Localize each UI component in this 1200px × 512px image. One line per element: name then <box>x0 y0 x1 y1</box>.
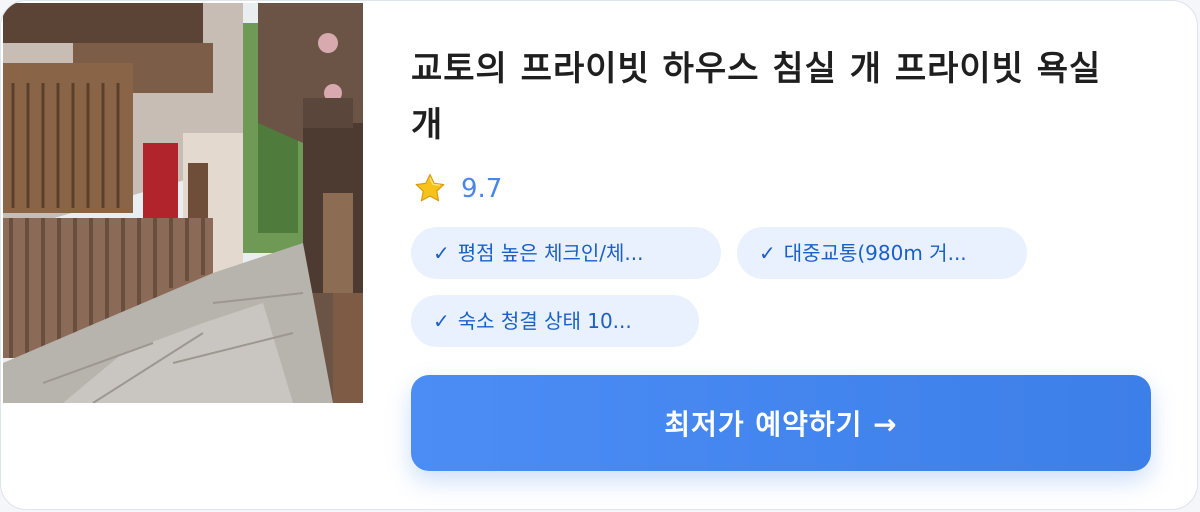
feature-tag-label: 평점 높은 체크인/체... <box>457 241 644 265</box>
feature-tag-label: 숙소 청결 상태 10... <box>457 309 632 333</box>
listing-title[interactable]: 교토의 프라이빗 하우스 침실 개 프라이빗 욕실 개 <box>411 41 1131 153</box>
rating-row: 9.7 <box>413 169 502 209</box>
check-icon: ✓ <box>433 309 450 333</box>
check-icon: ✓ <box>433 241 450 265</box>
rating-value: 9.7 <box>461 174 503 204</box>
feature-tag[interactable]: ✓ 숙소 청결 상태 10... <box>411 295 699 347</box>
kyoto-street-image <box>3 3 363 403</box>
feature-tag[interactable]: ✓ 평점 높은 체크인/체... <box>411 227 721 279</box>
feature-tag[interactable]: ✓ 대중교통(980m 거... <box>737 227 1027 279</box>
listing-photo[interactable] <box>3 3 363 403</box>
check-icon: ✓ <box>759 241 776 265</box>
star-icon <box>415 173 445 202</box>
listing-card[interactable]: 교토의 프라이빗 하우스 침실 개 프라이빗 욕실 개 9.7 ✓ 평점 높은 체… <box>0 0 1198 510</box>
book-lowest-price-button[interactable]: 최저가 예약하기 → <box>411 375 1151 471</box>
feature-tag-label: 대중교통(980m 거... <box>783 241 967 265</box>
listing-details: 교토의 프라이빗 하우스 침실 개 프라이빗 욕실 개 9.7 ✓ 평점 높은 체… <box>411 41 1151 471</box>
